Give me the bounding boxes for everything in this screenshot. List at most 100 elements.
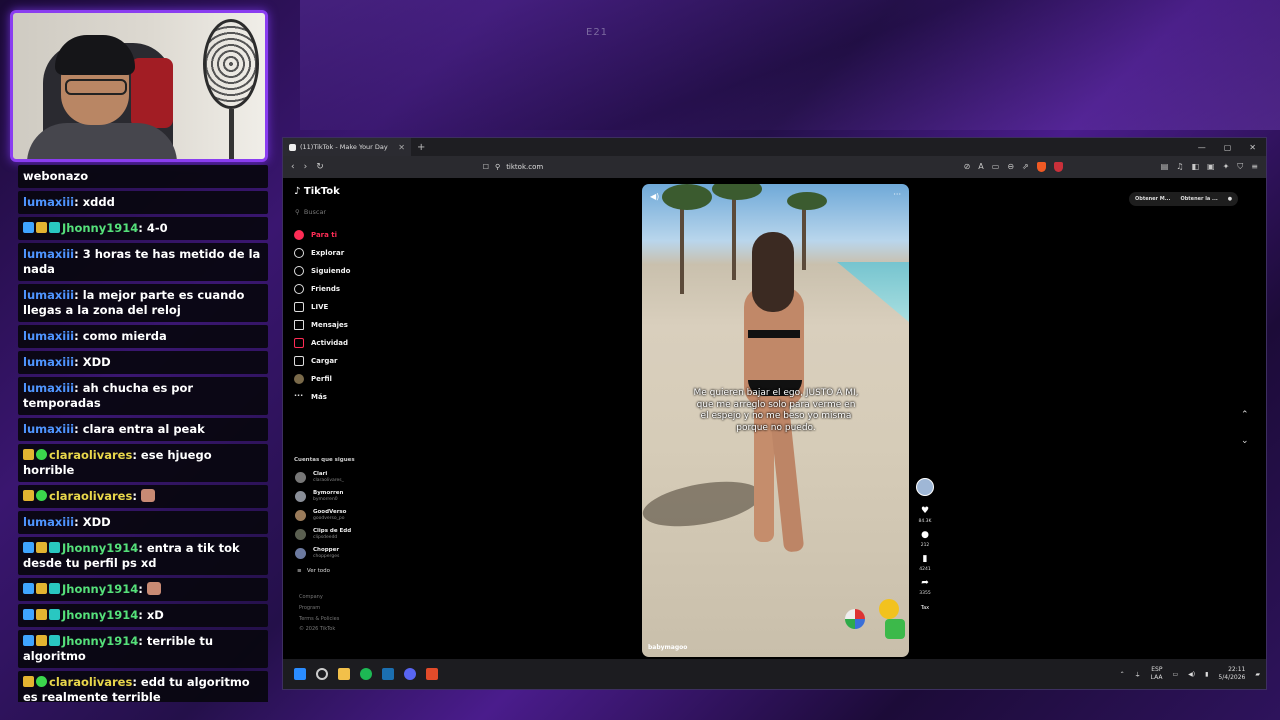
chat-message: lumaxiii: la mejor parte es cuando llega…	[18, 284, 268, 322]
notifications-icon[interactable]: ▰	[1255, 671, 1260, 678]
get-mobile-app-button[interactable]: Obtener la ...	[1180, 196, 1217, 202]
chat-separator: :	[74, 195, 83, 209]
music-icon[interactable]: ♫	[1176, 162, 1183, 172]
chat-text: como mierda	[82, 329, 167, 343]
discord-icon[interactable]	[404, 668, 416, 680]
menu-icon[interactable]: ≡	[1251, 162, 1258, 172]
chat-text: xddd	[82, 195, 115, 209]
account-chopper[interactable]: Chopper chopperges	[295, 547, 339, 560]
vpn-icon[interactable]: ⛉	[1237, 162, 1243, 172]
activity-icon	[294, 338, 304, 348]
steam-icon[interactable]	[382, 668, 394, 680]
windows-start-icon[interactable]	[294, 668, 306, 680]
nav-mensajes[interactable]: Mensajes	[294, 316, 350, 334]
nav-cargar[interactable]: Cargar	[294, 352, 350, 370]
nav-mas[interactable]: ··· Más	[294, 388, 350, 406]
language-indicator[interactable]: ESP LAA	[1151, 666, 1163, 682]
nav-perfil[interactable]: Perfil	[294, 370, 350, 388]
leo-icon[interactable]: ✦	[1223, 162, 1230, 172]
tab-title: (11)TikTok - Make Your Day	[300, 143, 388, 151]
bookmark-icon[interactable]: ☐	[483, 163, 489, 171]
chat-emote-icon	[146, 582, 161, 595]
panel-icon[interactable]: ◧	[1191, 162, 1199, 172]
video-username[interactable]: babymagoo	[648, 644, 687, 651]
chat-badge-icon	[23, 635, 34, 646]
footer-company[interactable]: Company	[299, 594, 323, 600]
translate-icon[interactable]: A	[978, 162, 983, 172]
see-all-link[interactable]: ≡ Ver todo	[297, 568, 330, 574]
cast-icon[interactable]: ▭	[992, 162, 1000, 172]
footer-program[interactable]: Program	[299, 605, 320, 611]
volume-icon[interactable]: ◀)	[1188, 671, 1195, 678]
brave-shields-icon[interactable]	[1036, 162, 1046, 172]
site-info-icon[interactable]: ⚲	[495, 163, 500, 171]
search-input[interactable]: ⚲ Buscar	[295, 208, 326, 216]
avatar-icon[interactable]: ●	[1228, 196, 1232, 202]
reader-icon[interactable]: ⊘	[964, 162, 971, 172]
video-player[interactable]: ◀) ··· Me quieren bajar el ego, JUSTO A …	[642, 184, 909, 657]
search-icon[interactable]	[316, 668, 328, 680]
close-window-button[interactable]: ✕	[1249, 143, 1256, 152]
palm-fronds	[662, 184, 712, 210]
mic-icon[interactable]: ⏚	[1135, 670, 1141, 679]
like-button[interactable]: ♥ 84.3K	[919, 506, 932, 524]
chat-badge-icon	[36, 635, 47, 646]
new-tab-icon[interactable]: +	[417, 142, 425, 153]
sidebar-icon[interactable]: ▤	[1161, 162, 1169, 172]
address-bar[interactable]: ☐ ⚲ tiktok.com	[483, 160, 943, 175]
brave-browser-icon[interactable]	[426, 668, 438, 680]
chat-badge-icon	[49, 635, 60, 646]
wallet-icon[interactable]: ▣	[1207, 162, 1215, 172]
account-clips-de-edd[interactable]: Clips de Edd clipsdeedd	[295, 528, 351, 541]
tab-tiktok[interactable]: (11)TikTok - Make Your Day ✕	[283, 138, 411, 156]
network-icon[interactable]: ▭	[1172, 671, 1178, 678]
avatar	[295, 529, 306, 540]
date: 5/4/2026	[1218, 674, 1246, 681]
nav-friends[interactable]: Friends	[294, 280, 350, 298]
back-icon[interactable]: ‹	[291, 162, 295, 172]
browser-toolbar: ‹ › ↻ ☐ ⚲ tiktok.com ⊘ A ▭ ⊖ ⇗ ▤ ♫ ◧ ▣ ✦…	[283, 156, 1266, 178]
compass-icon	[294, 248, 304, 258]
spotify-icon[interactable]	[360, 668, 372, 680]
brave-rewards-icon[interactable]	[1053, 162, 1063, 172]
chat-message: Jhonny1914: xD	[18, 604, 268, 627]
url-text: tiktok.com	[506, 163, 544, 171]
nav-actividad[interactable]: Actividad	[294, 334, 350, 352]
nav-para-ti[interactable]: Para ti	[294, 226, 350, 244]
footer-terms[interactable]: Terms & Policies	[299, 616, 339, 622]
get-desktop-app-button[interactable]: Obtener M...	[1135, 196, 1170, 202]
nav-live[interactable]: LIVE	[294, 298, 350, 316]
maximize-button[interactable]: ▢	[1224, 143, 1232, 152]
account-goodverso[interactable]: GoodVerso goodverso_po	[295, 509, 346, 522]
share-count: 3355	[919, 591, 931, 596]
tiktok-logo[interactable]: ♪ TikTok	[294, 186, 340, 197]
bookmark-icon: ▮	[922, 554, 928, 564]
account-clari[interactable]: Clari claraolivares_	[295, 471, 344, 484]
creator-avatar[interactable]	[916, 478, 934, 496]
video-actions: ♥ 84.3K ● 212 ▮ 4241 ➦ 3355 Tax	[912, 478, 938, 617]
chevron-up-icon[interactable]: ⌃	[1120, 671, 1125, 678]
comment-button[interactable]: ● 212	[921, 530, 930, 548]
chat-message: Jhonny1914: 4-0	[18, 217, 268, 240]
prev-video-icon[interactable]: ⌃	[1241, 402, 1249, 428]
reload-icon[interactable]: ↻	[316, 162, 324, 172]
clock[interactable]: 22:11 5/4/2026	[1218, 666, 1245, 682]
minimize-button[interactable]: —	[1198, 143, 1206, 152]
next-video-icon[interactable]: ⌄	[1241, 428, 1249, 454]
volume-icon[interactable]: ◀)	[650, 192, 659, 201]
more-options-icon[interactable]: ···	[893, 190, 901, 199]
chat-username: claraolivares	[49, 448, 133, 462]
account-bymorren[interactable]: Bymorren bymorren0	[295, 490, 343, 503]
forward-icon[interactable]: ›	[304, 162, 308, 172]
nav-siguiendo[interactable]: Siguiendo	[294, 262, 350, 280]
file-explorer-icon[interactable]	[338, 668, 350, 680]
battery-icon[interactable]: ▮	[1205, 671, 1208, 678]
share-icon[interactable]: ⇗	[1022, 162, 1029, 172]
zoom-icon[interactable]: ⊖	[1007, 162, 1014, 172]
close-tab-icon[interactable]: ✕	[398, 143, 405, 152]
save-button[interactable]: ▮ 4241	[919, 554, 930, 572]
share-button[interactable]: ➦ 3355	[919, 578, 930, 596]
nav-explorar[interactable]: Explorar	[294, 244, 350, 262]
account-handle: goodverso_po	[313, 516, 345, 521]
music-button[interactable]: Tax	[921, 602, 929, 611]
